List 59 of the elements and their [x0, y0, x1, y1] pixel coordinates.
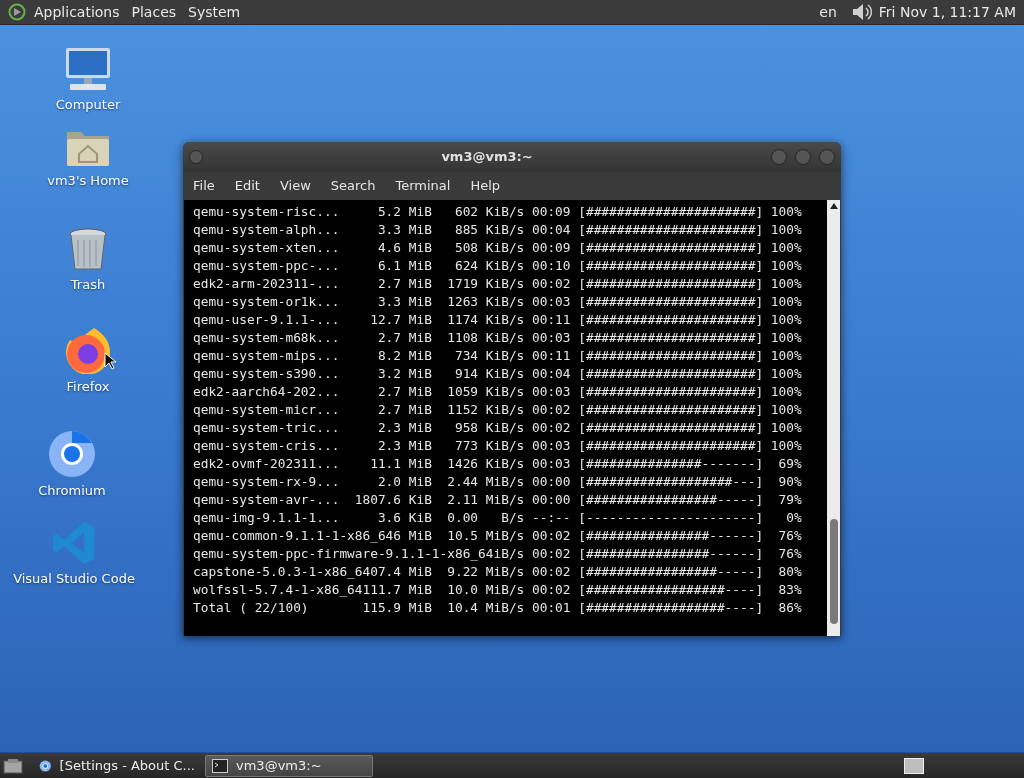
terminal-line: qemu-system-mips... 8.2 MiB 734 KiB/s 00:11 [######################] 100% [193, 347, 802, 365]
scrollbar-thumb[interactable] [829, 519, 838, 624]
window-title: vm3@vm3:~ [440, 148, 534, 167]
terminal-line: qemu-system-tric... 2.3 MiB 958 KiB/s 00:02 [######################] 100% [193, 419, 802, 437]
terminal-line: edk2-ovmf-202311... 11.1 MiB 1426 KiB/s 00:03 [###############-------] 69% [193, 455, 802, 473]
scroll-up-icon[interactable] [829, 203, 838, 209]
menu-item[interactable]: Search [330, 176, 376, 196]
terminal-line: capstone-5.0.3-1-x86_6407.4 MiB 9.22 MiB/s 00:02 [#################-----] 80% [193, 563, 802, 581]
terminal-line: qemu-system-rx-9... 2.0 MiB 2.44 MiB/s 00:00 [###################---] 90% [193, 473, 802, 491]
show-desktop-icon[interactable] [3, 757, 23, 774]
desktop-icon-label[interactable]: vm3's Home [47, 171, 129, 191]
panel-menu[interactable]: Places [131, 1, 177, 23]
menu-item[interactable]: Terminal [395, 176, 451, 196]
firefox-icon [64, 326, 112, 374]
panel-menu[interactable]: Applications [34, 1, 120, 23]
terminal-line: wolfssl-5.7.4-1-x86_64111.7 MiB 10.0 MiB/s 00:02 [##################----] 83% [193, 581, 802, 599]
taskbar-button[interactable]: [Settings - About C... [33, 754, 201, 777]
terminal-line: qemu-common-9.1.1-1-x86_646 MiB 10.5 MiB/s 00:02 [################------] 76% [193, 527, 802, 545]
desktop-icon-label[interactable]: Trash [70, 275, 106, 295]
menu-item[interactable]: Edit [234, 176, 260, 196]
terminal-line: qemu-system-m68k... 2.7 MiB 1108 KiB/s 00:03 [######################] 100% [193, 329, 802, 347]
panel-menu[interactable]: System [188, 1, 241, 23]
terminal-line: qemu-system-micr... 2.7 MiB 1152 KiB/s 00:02 [######################] 100% [193, 401, 802, 419]
minimize-button[interactable] [771, 149, 787, 165]
menu-item[interactable]: View [279, 176, 311, 196]
menu-logo-icon[interactable] [8, 3, 26, 21]
terminal-icon [212, 758, 228, 773]
terminal-line: qemu-system-cris... 2.3 MiB 773 KiB/s 00:03 [######################] 100% [193, 437, 802, 455]
clock[interactable]: Fri Nov 1, 11:17 AM [878, 1, 1016, 23]
chromium-icon [48, 430, 96, 478]
desktop-icon-label[interactable]: Firefox [66, 377, 110, 397]
window-menu-button[interactable] [189, 150, 203, 164]
terminal-line: qemu-system-ppc-... 6.1 MiB 624 KiB/s 00:10 [######################] 100% [193, 257, 802, 275]
taskbar-button[interactable]: vm3@vm3:~ [205, 754, 373, 777]
terminal-line: edk2-aarch64-202... 2.7 MiB 1059 KiB/s 00:03 [######################] 100% [193, 383, 802, 401]
menu-item[interactable]: Help [470, 176, 501, 196]
terminal-line: qemu-system-s390... 3.2 MiB 914 KiB/s 00:04 [######################] 100% [193, 365, 802, 383]
terminal-line: qemu-system-avr-... 1807.6 KiB 2.11 MiB/s 00:00 [#################-----] 79% [193, 491, 802, 509]
terminal-line: qemu-system-ppc-firmware-9.1.1-1-x86_64iB/s 00:02 [################------] 76% [193, 545, 802, 563]
keyboard-layout[interactable]: en [819, 1, 837, 23]
terminal-line: qemu-system-xten... 4.6 MiB 508 KiB/s 00:09 [######################] 100% [193, 239, 802, 257]
terminal-line: Total ( 22/100) 115.9 MiB 10.4 MiB/s 00:01 [##################----] 86% [193, 599, 802, 617]
terminal-line: qemu-user-9.1.1-... 12.7 MiB 1174 KiB/s 00:11 [######################] 100% [193, 311, 802, 329]
close-button[interactable] [819, 149, 835, 165]
trash-icon [68, 228, 108, 272]
terminal-line: qemu-system-risc... 5.2 MiB 602 KiB/s 00:09 [######################] 100% [193, 203, 802, 221]
menu-item[interactable]: File [193, 176, 215, 196]
volume-icon[interactable] [850, 2, 873, 22]
workspace-switcher[interactable] [904, 757, 924, 774]
terminal-line: qemu-system-alph... 3.3 MiB 885 KiB/s 00:04 [######################] 100% [193, 221, 802, 239]
terminal-line: qemu-system-or1k... 3.3 MiB 1263 KiB/s 00:03 [######################] 100% [193, 293, 802, 311]
desktop-icon-label[interactable]: Chromium [38, 481, 106, 501]
terminal-line: edk2-arm-202311-... 2.7 MiB 1719 KiB/s 00:02 [######################] 100% [193, 275, 802, 293]
maximize-button[interactable] [795, 149, 811, 165]
vscode-icon [52, 520, 96, 566]
desktop-icon-label[interactable]: Visual Studio Code [13, 569, 135, 589]
terminal-line: qemu-img-9.1.1-1... 3.6 KiB 0.00 B/s --:-- [----------------------] 0% [193, 509, 802, 527]
scrollbar[interactable] [827, 200, 840, 636]
computer-icon [64, 46, 112, 92]
